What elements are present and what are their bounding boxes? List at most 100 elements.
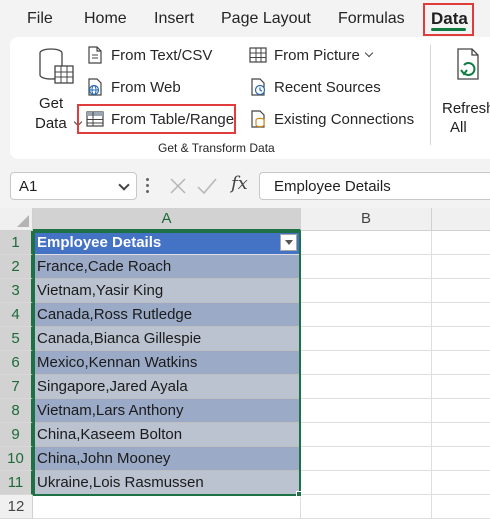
grid-cell[interactable] [33, 495, 301, 519]
table-cell[interactable]: Canada,Ross Rutledge [33, 303, 301, 327]
text-file-icon [88, 46, 102, 64]
table-cell[interactable]: Vietnam,Lars Anthony [33, 399, 301, 423]
row-header[interactable]: 2 [0, 255, 33, 279]
select-all-button[interactable] [0, 208, 33, 231]
table-cell[interactable]: Vietnam,Yasir King [33, 279, 301, 303]
grid-cell[interactable] [301, 327, 432, 351]
recent-sources-icon [251, 78, 266, 96]
grid-cell[interactable] [301, 423, 432, 447]
cancel-icon[interactable] [168, 176, 188, 196]
grid-cell[interactable] [301, 303, 432, 327]
refresh-all-label-line2: All [450, 119, 467, 136]
tab-home[interactable]: Home [84, 8, 127, 30]
table-header-cell[interactable]: Employee Details [33, 231, 301, 255]
more-options-icon[interactable] [146, 178, 149, 194]
grid-cell[interactable] [301, 495, 432, 519]
grid-cell[interactable] [432, 279, 490, 303]
recent-sources-button[interactable]: Recent Sources [248, 77, 381, 97]
chevron-down-icon [364, 48, 374, 57]
row-header[interactable]: 9 [0, 423, 33, 447]
web-page-icon [88, 78, 102, 96]
grid-cell[interactable] [301, 447, 432, 471]
chevron-down-icon[interactable] [118, 179, 130, 191]
enter-icon[interactable] [196, 176, 218, 196]
row-header[interactable]: 11 [0, 471, 33, 495]
tab-insert[interactable]: Insert [154, 8, 194, 30]
name-box[interactable]: A1 [10, 172, 137, 200]
grid-cell[interactable] [301, 231, 432, 255]
from-picture-label: From Picture [274, 46, 360, 64]
grid-cell[interactable] [432, 495, 490, 519]
from-web-button[interactable]: From Web [85, 77, 181, 97]
grid-cell[interactable] [432, 399, 490, 423]
existing-connections-label: Existing Connections [274, 110, 415, 128]
formula-input[interactable]: Employee Details [259, 172, 490, 200]
row-header[interactable]: 10 [0, 447, 33, 471]
fill-handle[interactable] [296, 491, 302, 497]
table-cell[interactable]: Singapore,Jared Ayala [33, 375, 301, 399]
tab-file[interactable]: File [27, 8, 53, 30]
tab-page-layout[interactable]: Page Layout [221, 8, 311, 30]
row-header[interactable]: 3 [0, 279, 33, 303]
from-text-csv-label: From Text/CSV [111, 46, 213, 64]
grid-cell[interactable] [432, 447, 490, 471]
table-cell[interactable]: France,Cade Roach [33, 255, 301, 279]
database-icon [39, 48, 74, 84]
grid-cell[interactable] [432, 351, 490, 375]
name-box-value: A1 [19, 178, 38, 195]
group-label-get-transform: Get & Transform Data [158, 141, 275, 155]
column-header-a[interactable]: A [33, 208, 301, 231]
existing-connections-icon [251, 110, 265, 128]
refresh-all-label-line1: Refresh [442, 100, 490, 117]
grid-cell[interactable] [301, 399, 432, 423]
refresh-icon [457, 48, 479, 80]
function-icon[interactable]: fx [231, 173, 248, 194]
get-data-label-line2: Data [35, 115, 67, 132]
grid-cell[interactable] [301, 471, 432, 495]
grid-cell[interactable] [432, 375, 490, 399]
row-header[interactable]: 6 [0, 351, 33, 375]
grid-cell[interactable] [301, 279, 432, 303]
table-header-label: Employee Details [37, 234, 162, 251]
existing-connections-button[interactable]: Existing Connections [248, 109, 414, 129]
grid-cell[interactable] [301, 375, 432, 399]
filter-dropdown-icon[interactable] [280, 234, 297, 251]
row-header[interactable]: 12 [0, 495, 33, 519]
ribbon-group-divider [430, 45, 431, 145]
grid-cell[interactable] [432, 423, 490, 447]
active-tab-underline [431, 28, 466, 31]
tab-formulas[interactable]: Formulas [338, 8, 405, 30]
table-cell[interactable]: Canada,Bianca Gillespie [33, 327, 301, 351]
row-header[interactable]: 1 [0, 231, 33, 255]
grid-cell[interactable] [301, 351, 432, 375]
column-header-c[interactable] [432, 208, 490, 231]
table-cell[interactable]: China,John Mooney [33, 447, 301, 471]
formula-bar-buttons: fx [158, 172, 255, 200]
grid-cell[interactable] [432, 471, 490, 495]
from-text-csv-button[interactable]: From Text/CSV [85, 45, 212, 65]
column-header-b[interactable]: B [301, 208, 432, 231]
recent-sources-label: Recent Sources [274, 78, 381, 96]
grid-cell[interactable] [432, 231, 490, 255]
grid-cell[interactable] [432, 255, 490, 279]
get-data-button[interactable]: Get Data [32, 45, 83, 132]
get-data-label-line1: Get [39, 95, 64, 112]
grid-cell[interactable] [301, 255, 432, 279]
row-header[interactable]: 8 [0, 399, 33, 423]
table-cell[interactable]: Mexico,Kennan Watkins [33, 351, 301, 375]
row-header[interactable]: 7 [0, 375, 33, 399]
grid-cell[interactable] [432, 327, 490, 351]
picture-table-icon [249, 47, 267, 63]
refresh-all-button[interactable]: Refresh All [440, 45, 490, 136]
worksheet-grid: A B 1 Employee Details 2 France,Cade Roach 3… [0, 208, 490, 519]
grid-cell[interactable] [432, 303, 490, 327]
row-header[interactable]: 4 [0, 303, 33, 327]
menu-bar: File Home Insert Page Layout Formulas Da… [0, 0, 490, 36]
tab-data[interactable]: Data [423, 3, 474, 36]
from-web-label: From Web [111, 78, 181, 96]
table-cell[interactable]: China,Kaseem Bolton [33, 423, 301, 447]
table-cell[interactable]: Ukraine,Lois Rasmussen [33, 471, 301, 495]
from-picture-button[interactable]: From Picture [248, 45, 374, 65]
tab-data-label: Data [431, 9, 468, 28]
row-header[interactable]: 5 [0, 327, 33, 351]
